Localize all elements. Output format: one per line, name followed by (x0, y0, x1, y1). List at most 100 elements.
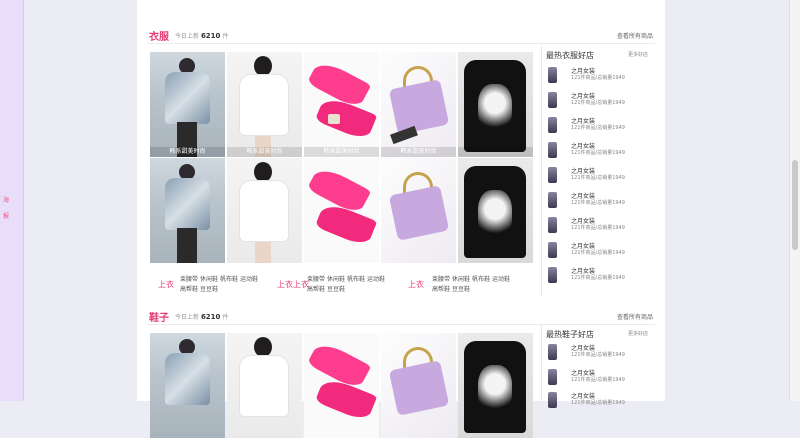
tag-link[interactable]: 运动鞋 (367, 274, 385, 283)
tag-link[interactable]: 豆豆鞋 (200, 284, 218, 293)
shop-item[interactable]: 之月女装 121件商品/总销量1949 (548, 166, 648, 186)
bag-body (388, 79, 450, 135)
shop-item[interactable]: 之月女装 121件商品/总销量1949 (548, 241, 648, 261)
product-card[interactable] (381, 333, 456, 438)
product-card[interactable] (227, 158, 302, 263)
section-header: 鞋子 今日上新 6210 件 查看所有商品 (147, 309, 655, 325)
view-all-link[interactable]: 查看所有商品 (617, 31, 653, 40)
shop-item[interactable]: 之月女装 121件商品/总销量1949 (548, 368, 648, 388)
product-card[interactable] (458, 158, 533, 263)
shop-item[interactable]: 之月女装 121件商品/总销量1949 (548, 216, 648, 236)
tag-group-main[interactable]: 上衣上衣 (277, 279, 309, 290)
bag-body (388, 185, 450, 241)
jacket-shape (165, 72, 210, 124)
shop-avatar (548, 117, 557, 133)
shop-avatar (548, 142, 557, 158)
product-card[interactable] (304, 333, 379, 438)
product-card[interactable] (458, 333, 533, 438)
product-card[interactable]: 韩系甜美时尚 (304, 52, 379, 157)
shop-avatar (548, 392, 557, 408)
more-shops-link[interactable]: 更多好店 (628, 51, 648, 58)
shop-item[interactable]: 之月女装 121件商品/总销量1949 (548, 141, 648, 161)
tshirt-print (478, 365, 512, 413)
product-card[interactable] (381, 158, 456, 263)
tag-link[interactable]: 高帮鞋 (180, 284, 198, 293)
shop-item[interactable]: 之月女装 121件商品/总销量1949 (548, 191, 648, 211)
bag-body (388, 360, 450, 416)
product-caption: 韩系甜美时尚 (381, 147, 456, 157)
product-card[interactable]: 韩系甜美时尚 (381, 52, 456, 157)
tag-link[interactable]: 豆豆鞋 (327, 284, 345, 293)
shop-avatar (548, 192, 557, 208)
shop-item[interactable]: 之月女装 121件商品/总销量1949 (548, 66, 648, 86)
scrollbar-thumb[interactable] (792, 160, 798, 250)
section-title[interactable]: 衣服 (149, 28, 169, 43)
bag-logo (390, 125, 418, 145)
view-all-link[interactable]: 查看所有商品 (617, 312, 653, 321)
shop-panel-title: 最热衣服好店 (546, 51, 594, 60)
shop-avatar (548, 167, 557, 183)
shoe-buckle (328, 114, 340, 124)
product-caption: 韩系甜美时尚 (304, 147, 379, 157)
jacket-shape (165, 353, 210, 405)
model-head (254, 56, 272, 76)
more-shops-link[interactable]: 更多好店 (628, 330, 648, 337)
legs-shape (177, 228, 197, 263)
tag-link[interactable]: 休闲鞋 (452, 274, 470, 283)
product-card[interactable]: 韩系甜美时尚 (227, 52, 302, 157)
hot-shops-panel: 最热衣服好店 更多好店 之月女装 121件商品/总销量1949 之月女装 121件商… (541, 46, 649, 296)
tag-link[interactable]: 束腰带 (307, 274, 325, 283)
product-caption: 韩系甜美时尚 (227, 147, 302, 157)
shop-avatar (548, 92, 557, 108)
dress-shape (239, 355, 289, 417)
category-tags: 上衣 束腰带 休闲鞋 帆布鞋 运动鞋 高帮鞋 豆豆鞋 上衣上衣 束腰带 休闲鞋 … (150, 272, 535, 300)
shop-item[interactable]: 之月女装 121件商品/总销量1949 (548, 391, 648, 411)
shop-avatar (548, 217, 557, 233)
shop-avatar (548, 344, 557, 360)
product-card[interactable] (227, 333, 302, 438)
tag-link[interactable]: 束腰带 (180, 274, 198, 283)
product-card[interactable] (150, 333, 225, 438)
model-head (254, 337, 272, 357)
product-card[interactable] (150, 158, 225, 263)
tag-group-main[interactable]: 上衣 (158, 279, 174, 290)
shop-avatar (548, 242, 557, 258)
divider (147, 43, 655, 44)
shop-item[interactable]: 之月女装 121件商品/总销量1949 (548, 343, 648, 363)
dress-shape (239, 74, 289, 136)
section-title[interactable]: 鞋子 (149, 309, 169, 324)
tag-link[interactable]: 帆布鞋 (347, 274, 365, 283)
today-new-count: 今日上新 6210 件 (175, 32, 229, 40)
tag-link[interactable]: 豆豆鞋 (452, 284, 470, 293)
tag-link[interactable]: 运动鞋 (240, 274, 258, 283)
tag-link[interactable]: 帆布鞋 (472, 274, 490, 283)
shop-avatar (548, 369, 557, 385)
product-card[interactable] (458, 52, 533, 157)
product-caption: 韩系甜美时尚 (150, 147, 225, 157)
section-shoes: 鞋子 今日上新 6210 件 查看所有商品 最热鞋子好店 更多好店 之月女装 12… (147, 309, 655, 438)
tag-link[interactable]: 高帮鞋 (432, 284, 450, 293)
tag-link[interactable]: 束腰带 (432, 274, 450, 283)
left-sidebar: 海 报 (0, 0, 24, 401)
shop-item[interactable]: 之月女装 121件商品/总销量1949 (548, 266, 648, 286)
sidebar-label: 海 报 (3, 197, 14, 220)
tag-link[interactable]: 高帮鞋 (307, 284, 325, 293)
jacket-shape (165, 178, 210, 230)
product-card[interactable]: 韩系甜美时尚 (150, 52, 225, 157)
section-clothing: 衣服 今日上新 6210 件 查看所有商品 韩系甜美时尚 韩系甜美时尚 韩系甜美… (147, 28, 655, 300)
product-card[interactable] (304, 158, 379, 263)
shop-item[interactable]: 之月女装 121件商品/总销量1949 (548, 91, 648, 111)
tshirt-print (478, 190, 512, 238)
tshirt-print (478, 84, 512, 132)
tag-link[interactable]: 休闲鞋 (200, 274, 218, 283)
shop-panel-title: 最热鞋子好店 (546, 330, 594, 339)
shop-item[interactable]: 之月女装 121件商品/总销量1949 (548, 116, 648, 136)
tag-group-main[interactable]: 上衣 (408, 279, 424, 290)
dress-shape (239, 180, 289, 242)
tag-link[interactable]: 帆布鞋 (220, 274, 238, 283)
tag-link[interactable]: 运动鞋 (492, 274, 510, 283)
shop-avatar (548, 267, 557, 283)
scrollbar[interactable] (789, 0, 800, 401)
today-new-count: 今日上新 6210 件 (175, 313, 229, 321)
tag-link[interactable]: 休闲鞋 (327, 274, 345, 283)
